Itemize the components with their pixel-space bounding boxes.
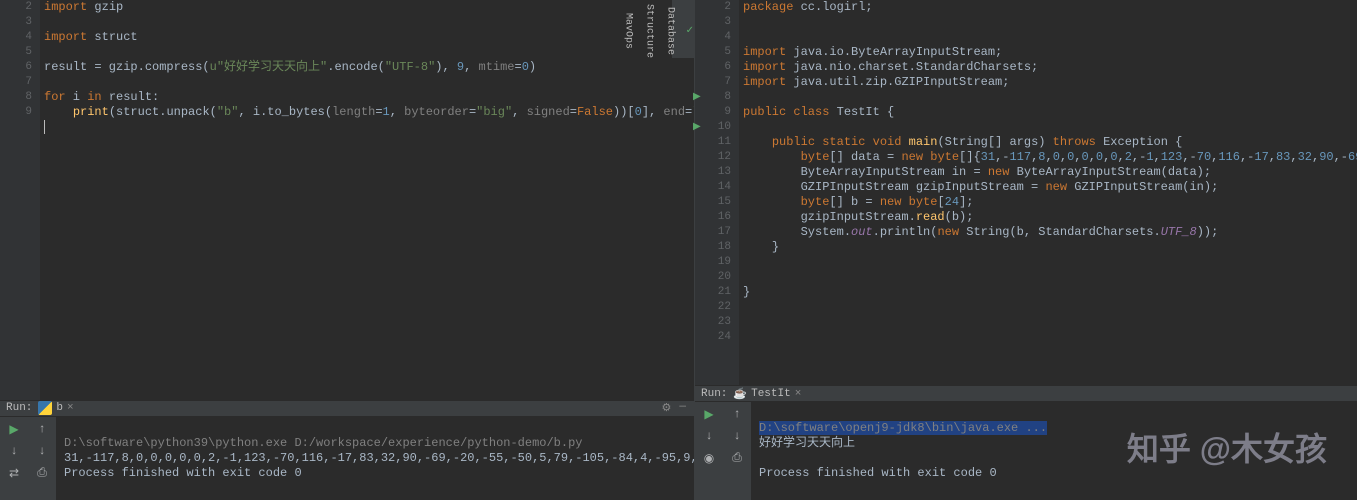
wrap-icon[interactable]: ⇄: [6, 465, 22, 481]
print-icon[interactable]: ⎙: [729, 450, 745, 466]
close-icon[interactable]: ×: [795, 388, 802, 400]
java-icon: ☕: [733, 387, 747, 401]
console-exit: Process finished with exit code 0: [64, 466, 302, 480]
left-side-tabs: ✓ Database Structure MavOps: [672, 0, 694, 58]
left-console-toolbar: ▶ ↓ ⇄: [0, 417, 28, 500]
up-icon[interactable]: ↑: [729, 406, 745, 422]
right-console: ▶ ↓ ◉ ↑ ↓ ⎙ D:\software\openj9-jdk8\bin\…: [695, 402, 1357, 500]
console-output-line: 好好学习天天向上: [759, 436, 855, 450]
console-path: D:\software\python39\python.exe D:/works…: [64, 436, 582, 450]
console-exit: Process finished with exit code 0: [759, 466, 997, 480]
side-tab-database[interactable]: Database: [665, 7, 676, 55]
left-run-tab[interactable]: b ×: [32, 401, 79, 415]
left-console: ▶ ↓ ⇄ ↑ ↓ ⎙ D:\software\python39\python.…: [0, 417, 694, 500]
minimize-icon[interactable]: —: [679, 401, 686, 415]
run-icon[interactable]: ▶: [701, 406, 717, 422]
up-icon[interactable]: ↑: [34, 421, 50, 437]
print-icon[interactable]: ⎙: [34, 465, 50, 481]
right-code[interactable]: package cc.logirl;import java.io.ByteArr…: [739, 0, 1357, 385]
down2-icon[interactable]: ↓: [34, 443, 50, 459]
run-icon[interactable]: ▶: [6, 421, 22, 437]
right-editor[interactable]: 2345678▶910▶1112131415161718192021222324…: [695, 0, 1357, 385]
down-icon[interactable]: ↓: [6, 443, 22, 459]
down2-icon[interactable]: ↓: [729, 428, 745, 444]
side-tab-structure[interactable]: Structure: [644, 4, 655, 58]
left-console-output[interactable]: D:\software\python39\python.exe D:/works…: [56, 417, 694, 500]
run-label: Run:: [6, 402, 32, 414]
check-icon: ✓: [686, 25, 694, 37]
camera-icon[interactable]: ◉: [701, 450, 717, 466]
run-tab-name: b: [56, 402, 63, 414]
run-label: Run:: [701, 388, 727, 400]
left-code[interactable]: import gzipimport structresult = gzip.co…: [40, 0, 694, 400]
run-tab-name: TestIt: [751, 388, 791, 400]
gear-icon[interactable]: ⚙: [662, 401, 672, 415]
side-tab-mavops[interactable]: MavOps: [623, 13, 634, 49]
left-console-toolbar2: ↑ ↓ ⎙: [28, 417, 56, 500]
down-icon[interactable]: ↓: [701, 428, 717, 444]
left-run-bar: Run: b × ⚙ —: [0, 400, 694, 417]
right-console-output[interactable]: D:\software\openj9-jdk8\bin\java.exe ...…: [751, 402, 1357, 500]
console-output-line: 31,-117,8,0,0,0,0,0,2,-1,123,-70,116,-17…: [64, 451, 694, 465]
right-editor-pane: 2345678▶910▶1112131415161718192021222324…: [695, 0, 1357, 500]
left-gutter: 23456789: [0, 0, 40, 400]
console-path: D:\software\openj9-jdk8\bin\java.exe ...: [759, 421, 1047, 435]
left-editor-pane: 23456789 import gzipimport structresult …: [0, 0, 695, 500]
right-gutter: 2345678▶910▶1112131415161718192021222324: [695, 0, 739, 385]
close-icon[interactable]: ×: [67, 402, 74, 414]
python-icon: [38, 401, 52, 415]
right-run-bar: Run: ☕ TestIt ×: [695, 385, 1357, 402]
left-editor[interactable]: 23456789 import gzipimport structresult …: [0, 0, 694, 400]
right-console-toolbar2: ↑ ↓ ⎙: [723, 402, 751, 500]
right-run-tab[interactable]: ☕ TestIt ×: [727, 387, 807, 401]
right-console-toolbar: ▶ ↓ ◉: [695, 402, 723, 500]
